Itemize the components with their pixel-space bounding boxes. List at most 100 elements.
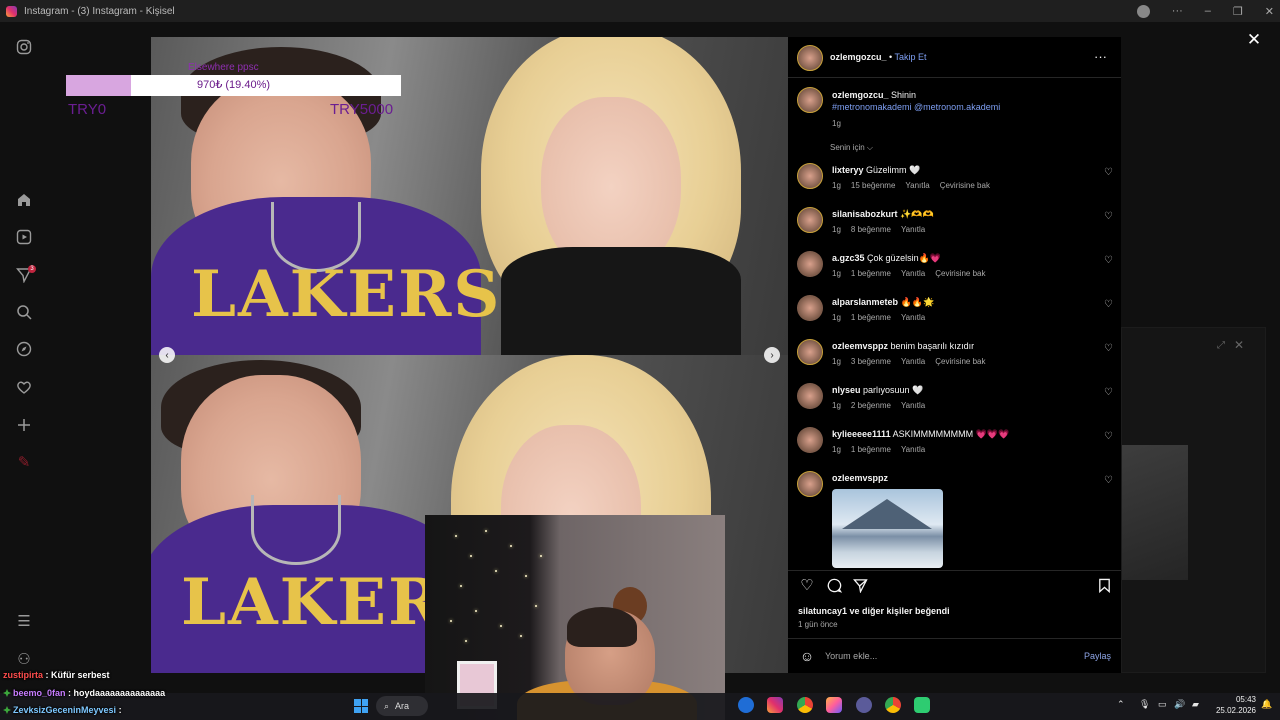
- comment-likes[interactable]: 1 beğenme: [851, 313, 891, 322]
- comment-avatar[interactable]: [797, 251, 823, 277]
- reply-button[interactable]: Yanıtla: [901, 313, 925, 322]
- tray-mic-icon[interactable]: 🎙: [1139, 699, 1150, 710]
- share-button[interactable]: Paylaş: [1084, 651, 1111, 661]
- comment-input[interactable]: Yorum ekle...: [825, 651, 877, 661]
- comment-user[interactable]: ozleemvsppz: [832, 473, 888, 483]
- home-icon[interactable]: [14, 190, 34, 210]
- reply-button[interactable]: Yanıtla: [905, 181, 929, 190]
- tray-battery-icon[interactable]: ▰: [1192, 699, 1199, 710]
- comment-likes[interactable]: 2 beğenme: [851, 401, 891, 410]
- author-username[interactable]: ozlemgozcu_: [830, 52, 887, 62]
- follow-button[interactable]: Takip Et: [895, 52, 927, 62]
- menu-icon[interactable]: ☰: [14, 611, 34, 631]
- comment-avatar[interactable]: [797, 295, 823, 321]
- caption-avatar[interactable]: [797, 87, 823, 113]
- translate-button[interactable]: Çevirisine bak: [935, 357, 985, 366]
- translate-button[interactable]: Çevirisine bak: [940, 181, 990, 190]
- caption-tags[interactable]: #metronomakademi @metronom.akademi: [832, 102, 1000, 112]
- comment-avatar[interactable]: [797, 207, 823, 233]
- comment-bubble-icon[interactable]: [825, 576, 843, 594]
- kick-app-icon[interactable]: [914, 697, 930, 713]
- chrome-profile-app-icon[interactable]: [885, 697, 901, 713]
- instagram-logo-icon[interactable]: [14, 37, 34, 57]
- reels-icon[interactable]: [14, 227, 34, 247]
- obs-app-icon[interactable]: [856, 697, 872, 713]
- save-bookmark-icon[interactable]: [1095, 576, 1113, 594]
- comment-avatar[interactable]: [797, 339, 823, 365]
- post-side-panel: ozlemgozcu_ • Takip Et ··· ozlemgozcu_ S…: [788, 37, 1121, 673]
- chat-photo[interactable]: [1122, 445, 1188, 580]
- minimize-button[interactable]: –: [1205, 5, 1211, 17]
- comment-avatar[interactable]: [797, 471, 823, 497]
- close-chat-icon[interactable]: ✕: [1234, 338, 1244, 352]
- like-comment-heart-icon[interactable]: ♡: [1104, 387, 1113, 398]
- notifications-heart-icon[interactable]: [14, 377, 34, 397]
- comment-image[interactable]: [832, 489, 943, 568]
- windows-start-icon[interactable]: [354, 699, 368, 713]
- taskbar-clock[interactable]: 05:43 25.02.2026: [1212, 694, 1256, 716]
- threads-icon[interactable]: ✎: [14, 452, 34, 472]
- like-comment-heart-icon[interactable]: ♡: [1104, 299, 1113, 310]
- tray-volume-icon[interactable]: 🔊: [1174, 699, 1185, 710]
- comment-user[interactable]: lixteryy: [832, 165, 864, 175]
- comment-user[interactable]: silanisabozkurt: [832, 209, 898, 219]
- comment-user[interactable]: kylieeeee1111: [832, 429, 891, 439]
- profile-avatar-icon[interactable]: [1136, 4, 1150, 18]
- like-heart-icon[interactable]: ♡: [798, 576, 816, 594]
- next-image-button[interactable]: ›: [764, 347, 780, 363]
- close-window-button[interactable]: ✕: [1265, 5, 1274, 18]
- caption-username[interactable]: ozlemgozcu_: [832, 90, 889, 100]
- instagram-app-icon[interactable]: [767, 697, 783, 713]
- comment-avatar[interactable]: [797, 163, 823, 189]
- sort-comments-dropdown[interactable]: Senin için ⌵: [830, 143, 873, 153]
- tray-chevron-icon[interactable]: ⌃: [1117, 699, 1125, 710]
- comment-likes[interactable]: 15 beğenme: [851, 181, 895, 190]
- search-icon[interactable]: [14, 302, 34, 322]
- like-comment-heart-icon[interactable]: ♡: [1104, 475, 1113, 486]
- like-comment-heart-icon[interactable]: ♡: [1104, 167, 1113, 178]
- author-avatar[interactable]: [797, 45, 823, 71]
- comment-text: 🔥🔥🌟: [900, 297, 935, 307]
- comment-avatar[interactable]: [797, 427, 823, 453]
- comment-likes[interactable]: 8 beğenme: [851, 225, 891, 234]
- like-comment-heart-icon[interactable]: ♡: [1104, 255, 1113, 266]
- notification-bell-icon[interactable]: 🔔: [1261, 699, 1272, 710]
- taskbar-search[interactable]: ⌕ Ara: [376, 696, 428, 716]
- chrome-app-icon[interactable]: [797, 697, 813, 713]
- tray-network-icon[interactable]: ▭: [1158, 699, 1167, 710]
- copilot-app-icon[interactable]: [738, 697, 754, 713]
- comment-likes[interactable]: 1 beğenme: [851, 269, 891, 278]
- reply-button[interactable]: Yanıtla: [901, 225, 925, 234]
- explore-icon[interactable]: [14, 339, 34, 359]
- translate-button[interactable]: Çevirisine bak: [935, 269, 985, 278]
- comment-user[interactable]: a.gzc35: [832, 253, 865, 263]
- more-icon[interactable]: ···: [1172, 5, 1183, 17]
- share-send-icon[interactable]: [851, 576, 869, 594]
- comment-user[interactable]: ozleemvsppz: [832, 341, 888, 351]
- comment-likes[interactable]: 1 beğenme: [851, 445, 891, 454]
- like-comment-heart-icon[interactable]: ♡: [1104, 431, 1113, 442]
- emoji-icon[interactable]: ☺: [798, 647, 816, 665]
- previous-image-button[interactable]: ‹: [159, 347, 175, 363]
- reply-button[interactable]: Yanıtla: [901, 357, 925, 366]
- window-title: Instagram - (3) Instagram - Kişisel: [24, 5, 175, 17]
- comment-user[interactable]: nlyseu: [832, 385, 861, 395]
- reply-button[interactable]: Yanıtla: [901, 269, 925, 278]
- create-plus-icon[interactable]: [14, 415, 34, 435]
- more-apps-icon[interactable]: ⚇: [14, 649, 34, 669]
- reply-button[interactable]: Yanıtla: [901, 445, 925, 454]
- comment-likes[interactable]: 3 beğenme: [851, 357, 891, 366]
- like-comment-heart-icon[interactable]: ♡: [1104, 211, 1113, 222]
- comment-avatar[interactable]: [797, 383, 823, 409]
- comment-text: ASKIMMMMMMMM 💗💗💗: [892, 429, 1010, 439]
- post-options-icon[interactable]: ···: [1094, 49, 1107, 64]
- close-post-icon[interactable]: ✕: [1244, 30, 1264, 50]
- maximize-button[interactable]: ❐: [1233, 5, 1243, 18]
- like-comment-heart-icon[interactable]: ♡: [1104, 343, 1113, 354]
- photos-app-icon[interactable]: [826, 697, 842, 713]
- chat-badge-icon: [3, 706, 11, 714]
- reply-button[interactable]: Yanıtla: [901, 401, 925, 410]
- expand-icon[interactable]: ⤢: [1217, 340, 1225, 351]
- likes-summary[interactable]: silatuncay1 ve diğer kişiler beğendi: [798, 606, 950, 616]
- comment-user[interactable]: alparslanmeteb: [832, 297, 898, 307]
